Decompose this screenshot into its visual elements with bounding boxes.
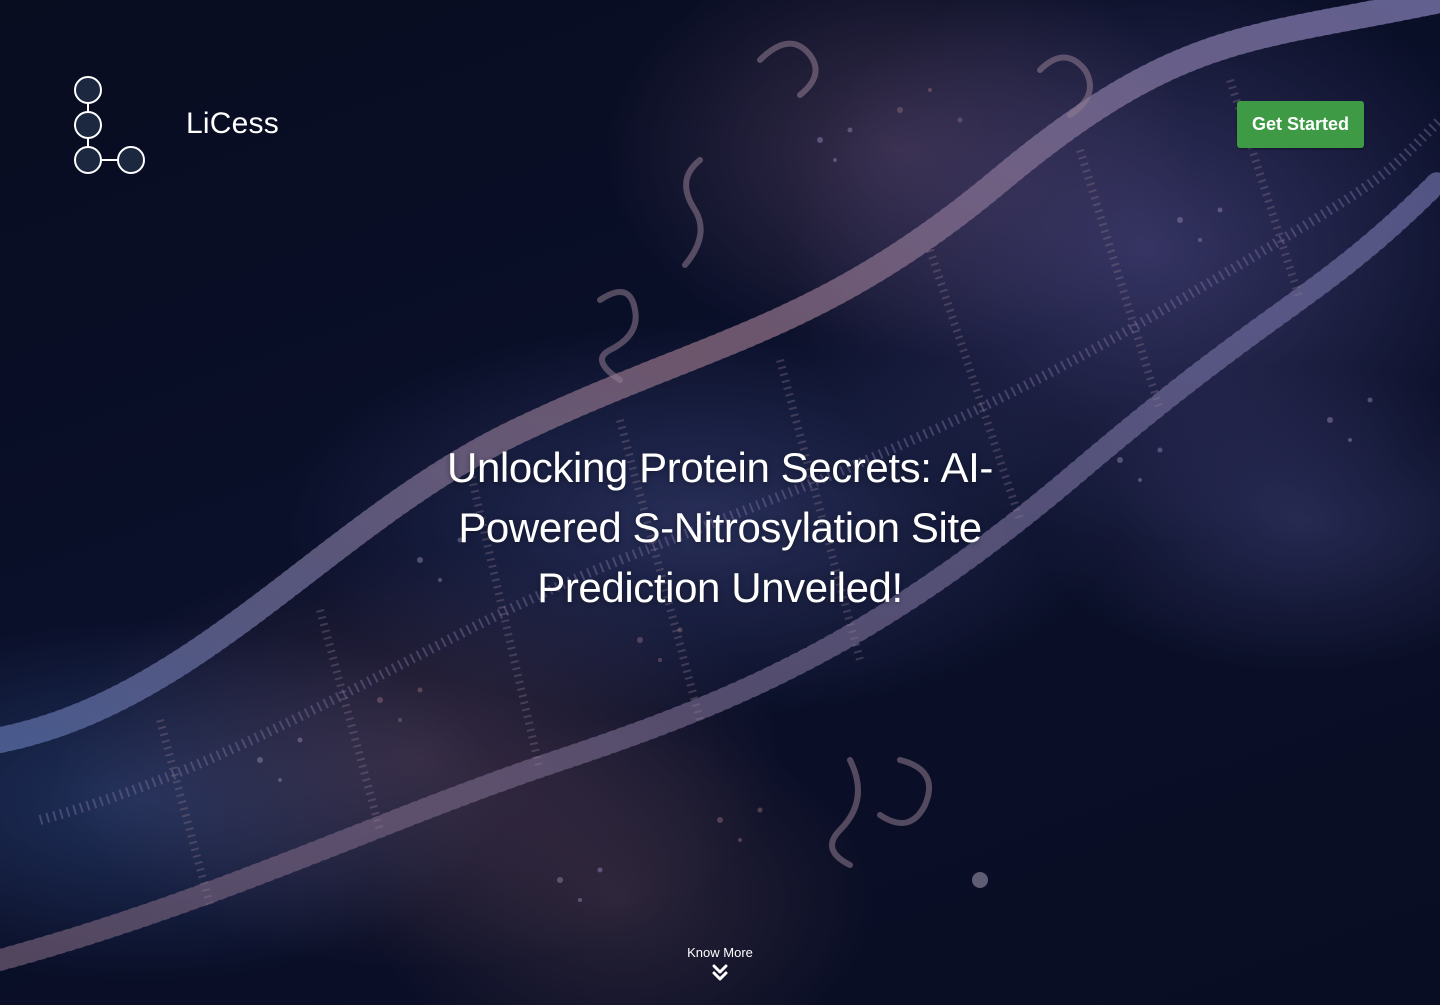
know-more-link[interactable]: Know More: [620, 944, 820, 982]
know-more-label: Know More: [687, 945, 753, 960]
hero-headline: Unlocking Protein Secrets: AI-Powered S-…: [447, 444, 993, 611]
brand-name: LiCess: [186, 107, 279, 140]
get-started-button[interactable]: Get Started: [1237, 101, 1364, 148]
brand[interactable]: LiCess: [72, 74, 279, 176]
molecule-nodes-icon: [74, 76, 145, 174]
double-chevron-down-icon: [712, 964, 728, 981]
hero-section: LiCess Get Started Unlocking Protein Sec…: [0, 0, 1440, 1005]
